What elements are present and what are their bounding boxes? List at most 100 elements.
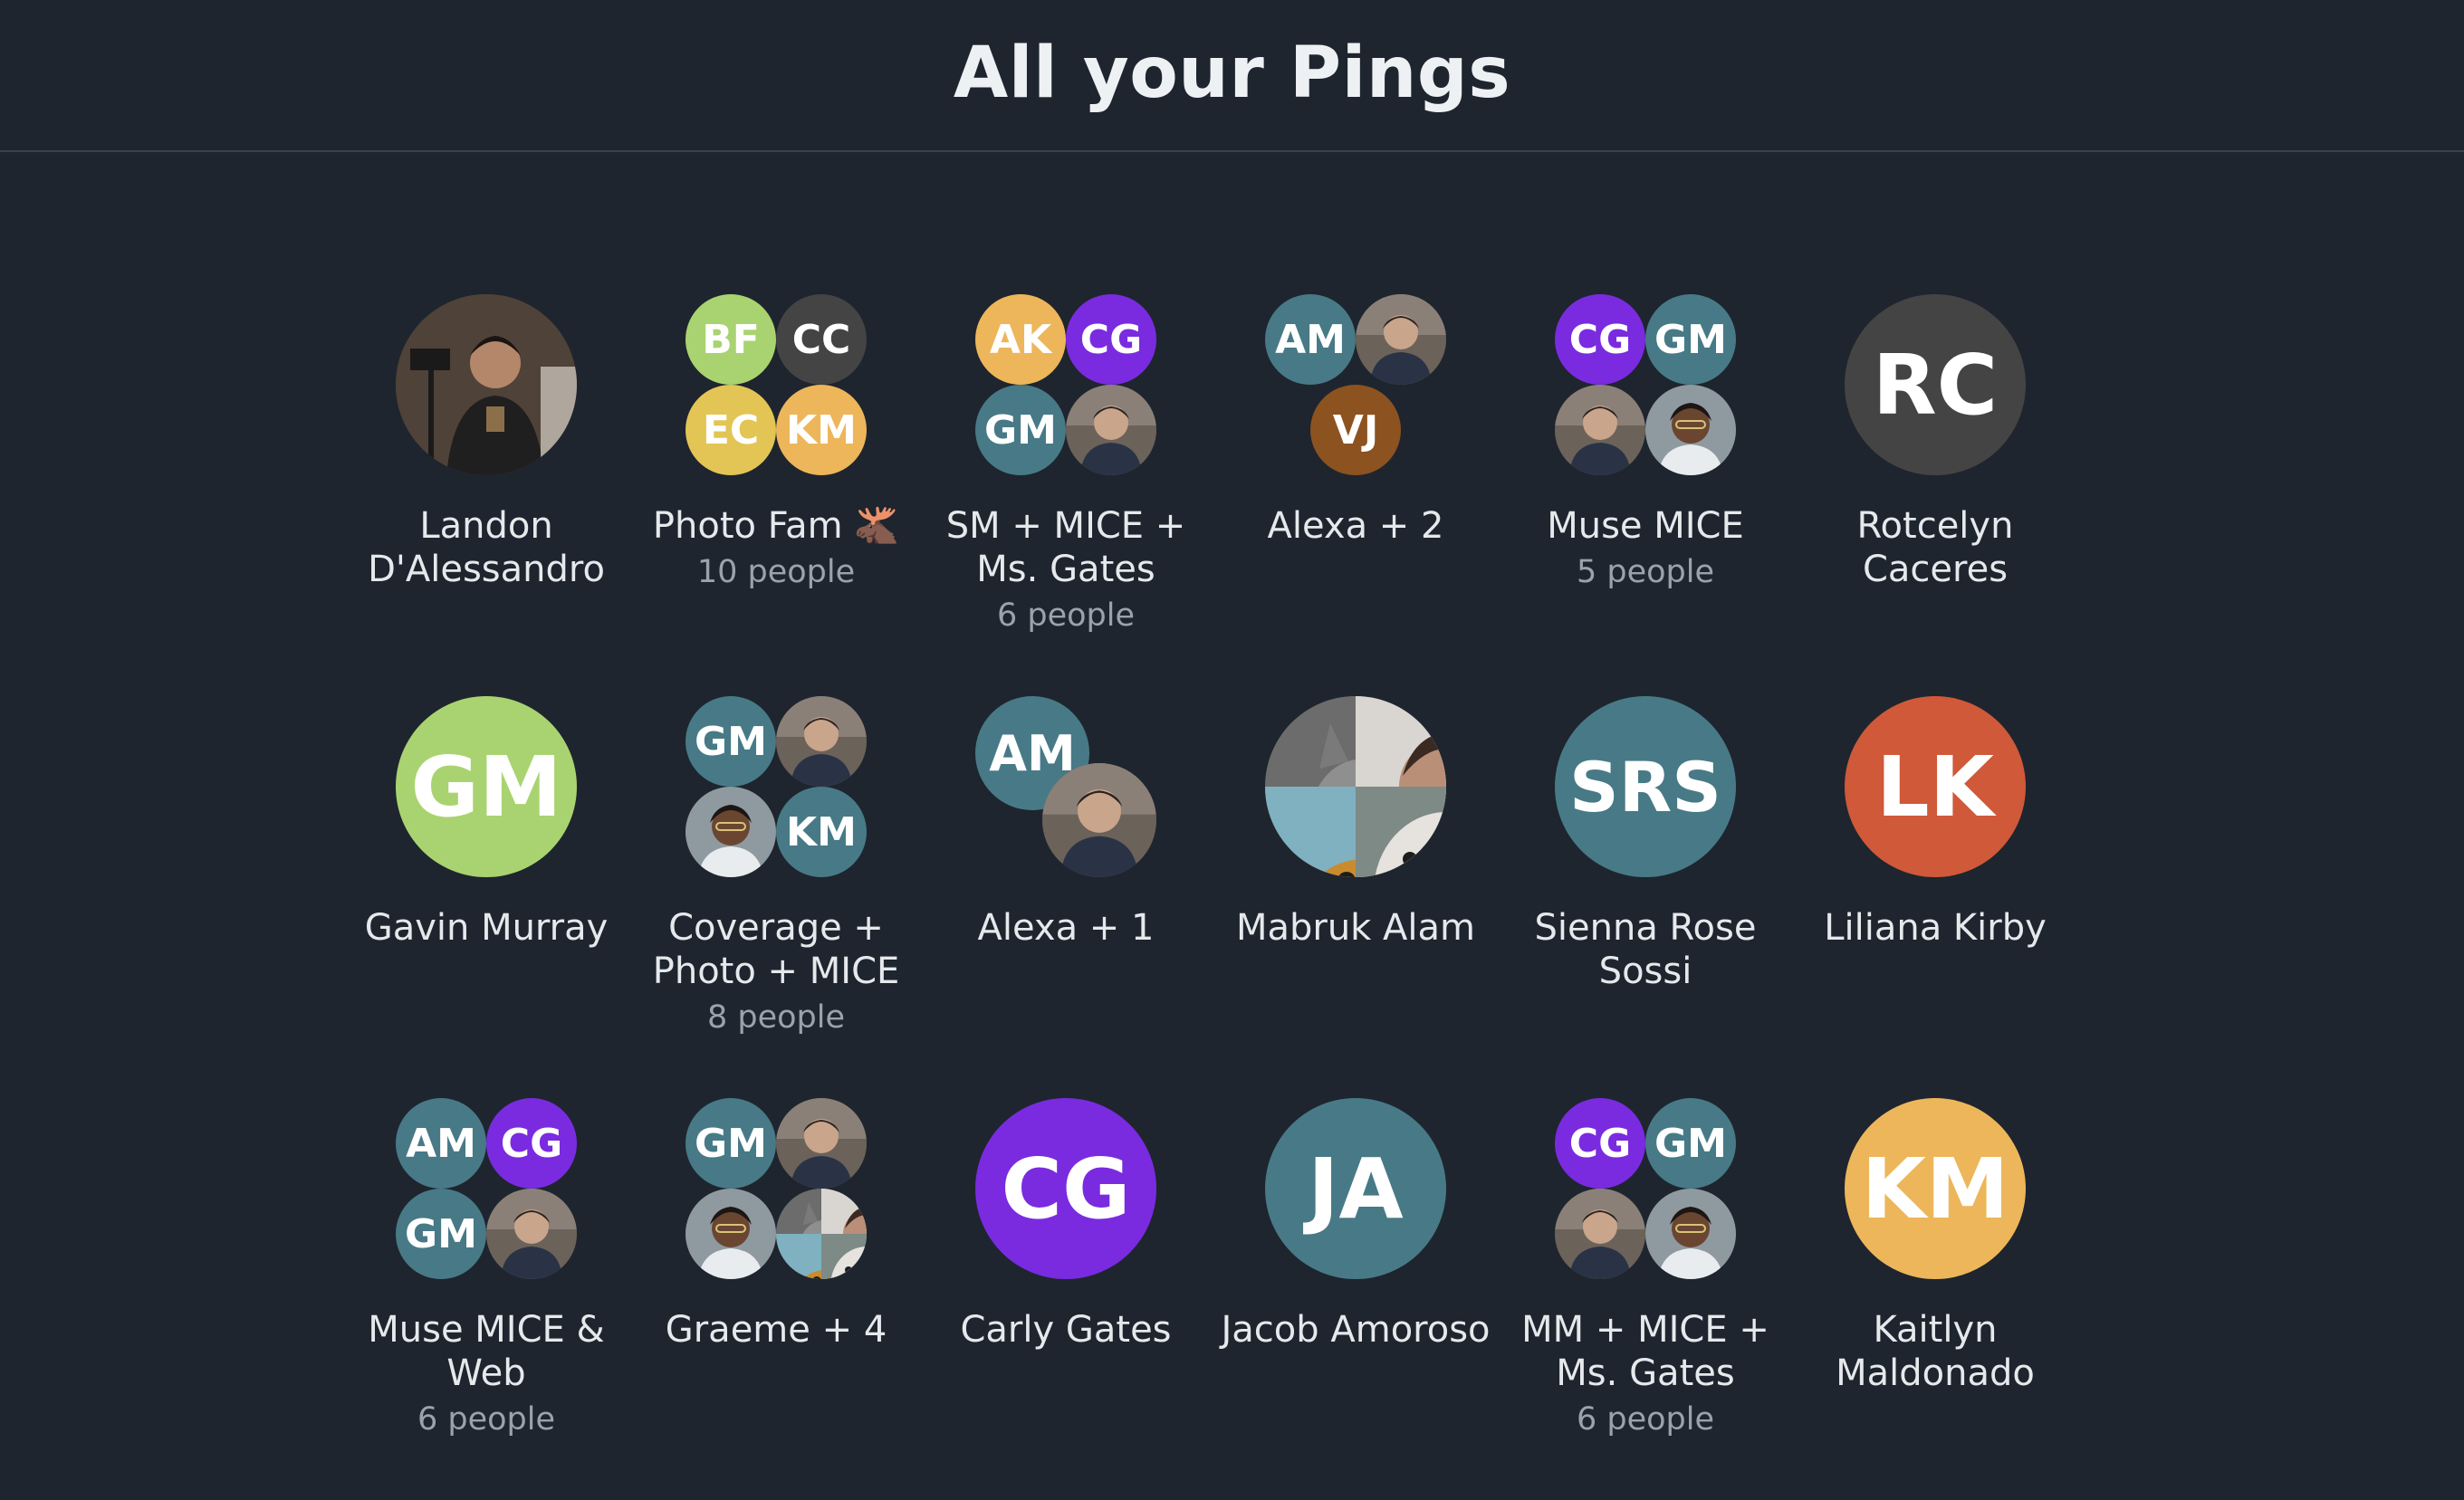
initials-avatar: AM xyxy=(396,1098,486,1189)
ping-name: Landon D'Alessandro xyxy=(368,505,605,590)
ping-name: Kaitlyn Maldonado xyxy=(1836,1309,2035,1394)
initials-avatar: VJ xyxy=(1310,385,1401,475)
profile-photo xyxy=(686,787,776,877)
group-avatar: AM VJ xyxy=(1265,294,1446,475)
profile-photo xyxy=(686,1189,776,1279)
initials-avatar: GM xyxy=(686,1098,776,1189)
avatar: RC xyxy=(1845,294,2026,475)
initials-avatar: CG xyxy=(486,1098,577,1189)
ping-item[interactable]: AM VJ Alexa + 2 xyxy=(1211,294,1500,696)
initials-avatar: EC xyxy=(686,385,776,475)
initials-avatar: GM xyxy=(396,696,577,877)
avatar: GM xyxy=(396,696,577,877)
ping-name: Alexa + 2 xyxy=(1267,505,1444,547)
initials-avatar: KM xyxy=(1845,1098,2026,1279)
initials-avatar: AK xyxy=(975,294,1066,385)
initials-avatar: CC xyxy=(776,294,867,385)
avatar: SRS xyxy=(1555,696,1736,877)
initials-avatar: SRS xyxy=(1555,696,1736,877)
initials-avatar: GM xyxy=(396,1189,486,1279)
ping-item[interactable]: GM KM Coverage + Photo + MICE 8 people xyxy=(631,696,921,1098)
ping-name: Muse MICE xyxy=(1547,505,1744,547)
member-count: 6 people xyxy=(1576,1401,1715,1438)
group-avatar: CG GM xyxy=(1555,1098,1736,1279)
initials-avatar: GM xyxy=(1645,1098,1736,1189)
member-count: 6 people xyxy=(417,1401,556,1438)
initials-avatar: BF xyxy=(686,294,776,385)
group-avatar: CG GM xyxy=(1555,294,1736,475)
profile-photo xyxy=(486,1189,577,1279)
ping-item[interactable]: RC Rotcelyn Caceres xyxy=(1790,294,2080,696)
pings-grid: Landon D'Alessandro BF CC EC KM Photo Fa… xyxy=(341,294,2080,1500)
initials-avatar: GM xyxy=(686,696,776,787)
ping-item[interactable]: Landon D'Alessandro xyxy=(341,294,631,696)
initials-avatar: CG xyxy=(1555,1098,1645,1189)
profile-photo xyxy=(396,294,577,475)
avatar xyxy=(396,294,577,475)
ping-name: Graeme + 4 xyxy=(665,1309,887,1351)
ping-item[interactable]: GM Gavin Murray xyxy=(341,696,631,1098)
collage-photo xyxy=(1265,696,1446,877)
initials-avatar: RC xyxy=(1845,294,2026,475)
avatar: KM xyxy=(1845,1098,2026,1279)
header-bar: All your Pings xyxy=(0,0,2464,152)
ping-name: Mabruk Alam xyxy=(1235,907,1476,949)
profile-photo xyxy=(776,1098,867,1189)
ping-item[interactable]: CG Carly Gates xyxy=(921,1098,1211,1500)
initials-avatar: LK xyxy=(1845,696,2026,877)
avatar xyxy=(1265,696,1446,877)
ping-item[interactable]: AK CG GM SM + MICE + Ms. Gates 6 people xyxy=(921,294,1211,696)
group-avatar: AM CG GM xyxy=(396,1098,577,1279)
ping-name: Rotcelyn Caceres xyxy=(1856,505,2014,590)
group-avatar: AK CG GM xyxy=(975,294,1156,475)
avatar: LK xyxy=(1845,696,2026,877)
member-count: 10 people xyxy=(696,554,856,590)
ping-name: Alexa + 1 xyxy=(977,907,1155,949)
profile-photo xyxy=(1555,1189,1645,1279)
group-avatar: AM xyxy=(975,696,1156,877)
ping-item[interactable]: CG GM MM + MICE + Ms. Gates 6 people xyxy=(1500,1098,1790,1500)
initials-avatar: KM xyxy=(776,385,867,475)
ping-item[interactable]: KM Kaitlyn Maldonado xyxy=(1790,1098,2080,1500)
ping-name: SM + MICE + Ms. Gates xyxy=(945,505,1186,590)
profile-photo xyxy=(1356,294,1446,385)
profile-photo xyxy=(776,696,867,787)
initials-avatar: JA xyxy=(1265,1098,1446,1279)
profile-photo xyxy=(1042,763,1156,877)
initials-avatar: KM xyxy=(776,787,867,877)
profile-photo xyxy=(1555,385,1645,475)
ping-name: Gavin Murray xyxy=(364,907,609,949)
ping-name: Carly Gates xyxy=(960,1309,1172,1351)
member-count: 5 people xyxy=(1576,554,1715,590)
initials-avatar: GM xyxy=(1645,294,1736,385)
ping-name: Photo Fam 🫎 xyxy=(652,505,900,547)
initials-avatar: GM xyxy=(975,385,1066,475)
ping-item[interactable]: SRS Sienna Rose Sossi xyxy=(1500,696,1790,1098)
member-count: 6 people xyxy=(996,597,1136,634)
initials-avatar: CG xyxy=(975,1098,1156,1279)
group-avatar: GM xyxy=(686,1098,867,1279)
initials-avatar: CG xyxy=(1066,294,1156,385)
ping-item[interactable]: JA Jacob Amoroso xyxy=(1211,1098,1500,1500)
group-avatar: BF CC EC KM xyxy=(686,294,867,475)
ping-item[interactable]: AM CG GM Muse MICE & Web 6 people xyxy=(341,1098,631,1500)
ping-item[interactable]: AM Alexa + 1 xyxy=(921,696,1211,1098)
ping-item[interactable]: GM Graeme + 4 xyxy=(631,1098,921,1500)
initials-avatar: CG xyxy=(1555,294,1645,385)
ping-item[interactable]: BF CC EC KM Photo Fam 🫎 10 people xyxy=(631,294,921,696)
ping-name: MM + MICE + Ms. Gates xyxy=(1521,1309,1769,1394)
collage-photo xyxy=(776,1189,867,1279)
ping-name: Muse MICE & Web xyxy=(368,1309,605,1394)
avatar: JA xyxy=(1265,1098,1446,1279)
page-title: All your Pings xyxy=(953,33,1511,114)
ping-name: Coverage + Photo + MICE xyxy=(652,907,900,992)
ping-name: Liliana Kirby xyxy=(1824,907,2047,949)
profile-photo xyxy=(1645,1189,1736,1279)
ping-item[interactable]: Mabruk Alam xyxy=(1211,696,1500,1098)
ping-item[interactable]: LK Liliana Kirby xyxy=(1790,696,2080,1098)
group-avatar: GM KM xyxy=(686,696,867,877)
ping-name: Sienna Rose Sossi xyxy=(1534,907,1757,992)
ping-item[interactable]: CG GM Muse MICE 5 people xyxy=(1500,294,1790,696)
avatar: CG xyxy=(975,1098,1156,1279)
initials-avatar: AM xyxy=(1265,294,1356,385)
